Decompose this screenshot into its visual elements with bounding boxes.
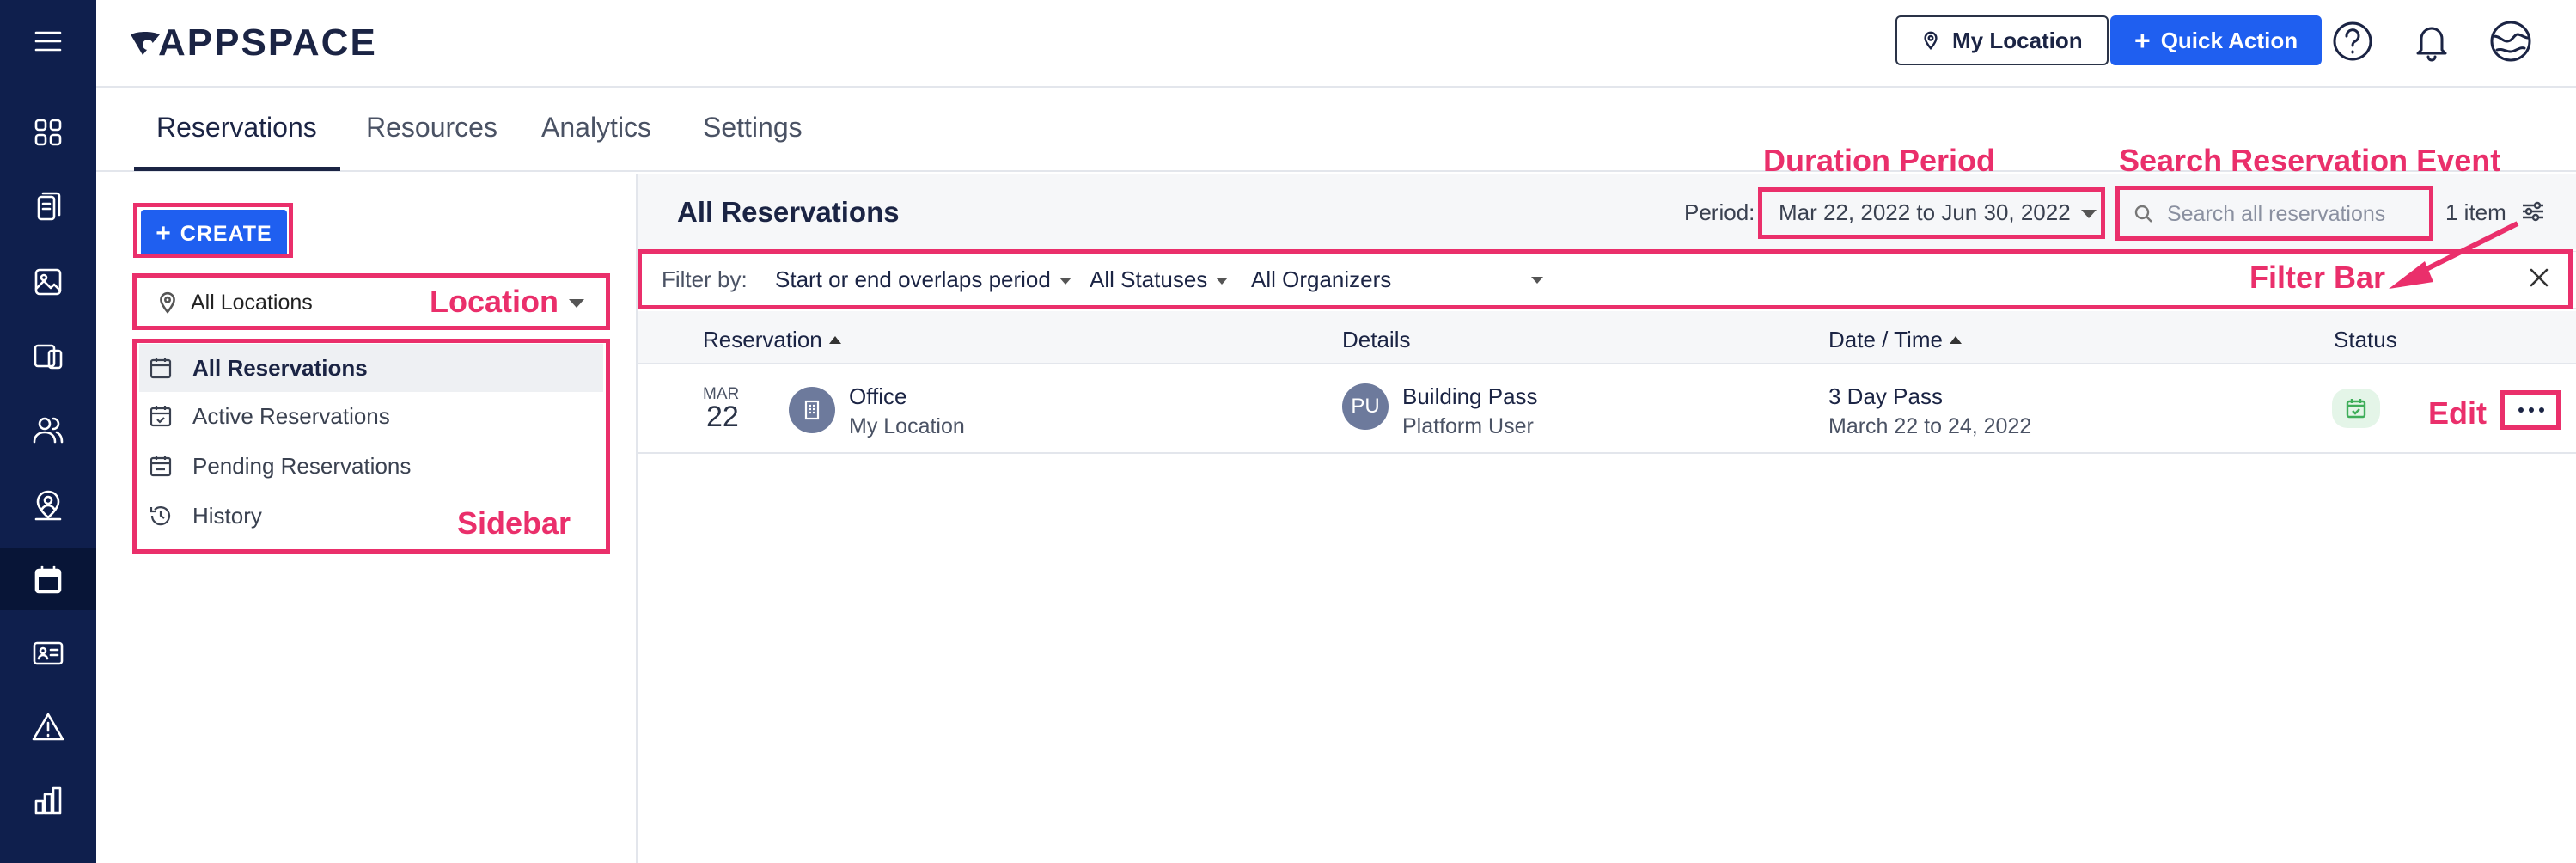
highlight-edit [2500,390,2561,430]
quick-action-button[interactable]: + Quick Action [2110,15,2323,65]
table-row[interactable] [638,364,2576,454]
rail-item-analytics[interactable] [0,770,96,832]
annotation-search: Search Reservation Event [2119,143,2501,178]
column-header-label: Reservation [703,327,822,352]
table-header [638,311,2576,364]
column-header-label: Date / Time [1828,327,1943,352]
building-icon [804,400,820,420]
alert-icon [32,713,64,741]
rail-item-locations[interactable] [0,474,96,536]
my-location-button[interactable]: My Location [1895,15,2109,65]
column-header-status[interactable]: Status [2334,327,2397,353]
date-range: March 22 to 24, 2022 [1828,414,2032,438]
image-icon [34,268,62,296]
tab-resources[interactable]: Resources [366,112,497,144]
reservation-day: 22 [706,401,739,433]
bell-icon [2416,27,2447,62]
my-location-label: My Location [1952,27,2083,53]
avatar-globe-icon [2490,21,2531,62]
help-button[interactable] [2327,15,2378,67]
content-icon [37,192,61,221]
notifications-button[interactable] [2406,15,2457,67]
detail-title: Building Pass [1402,383,1538,409]
calendar-check-icon [2346,399,2366,419]
annotation-duration-period: Duration Period [1763,143,1996,178]
annotation-edit: Edit [2428,395,2487,431]
rail-item-dashboard[interactable] [0,101,96,163]
plus-icon: + [2134,25,2151,56]
user-avatar-button[interactable] [2485,15,2536,67]
tab-settings[interactable]: Settings [703,112,803,144]
page-title: All Reservations [677,196,900,228]
column-header-date-time[interactable]: Date / Time [1828,327,1962,353]
resource-location: My Location [849,414,965,438]
sort-ascending-icon [828,335,841,344]
rail-item-images[interactable] [0,251,96,313]
rail-item-users[interactable] [0,399,96,461]
dashboard-icon [34,119,62,146]
menu-button[interactable] [0,10,96,72]
status-badge [2332,389,2380,428]
left-navigation-rail [0,0,96,863]
annotation-sidebar: Sidebar [457,505,571,541]
rail-item-content[interactable] [0,175,96,237]
active-tab-indicator [134,167,340,171]
rail-item-reservations[interactable] [0,548,96,610]
annotation-arrow-icon [2389,221,2519,289]
date-title: 3 Day Pass [1828,383,1943,409]
detail-subtitle: Platform User [1402,414,1534,438]
menu-icon [34,31,62,52]
appspace-logo[interactable]: APPSPACE [127,19,377,67]
column-header-details[interactable]: Details [1342,327,1410,353]
organizer-avatar: PU [1342,383,1389,430]
location-badge-icon [34,490,62,521]
resource-avatar [789,387,835,433]
highlight-duration-period [1758,187,2105,239]
rail-item-id-cards[interactable] [0,622,96,684]
devices-icon [34,344,63,370]
column-header-reservation[interactable]: Reservation [703,327,841,353]
location-pin-icon [1924,31,1938,50]
id-card-icon [33,641,64,665]
resource-name[interactable]: Office [849,383,906,410]
help-icon [2333,21,2372,61]
analytics-icon [34,786,62,815]
rail-item-alerts[interactable] [0,696,96,758]
rail-item-devices[interactable] [0,325,96,387]
logo-text: APPSPACE [158,21,377,64]
users-icon [33,417,64,444]
sort-ascending-icon [1949,335,1962,344]
period-label: Period: [1684,199,1755,225]
highlight-create [133,203,293,258]
quick-action-label: Quick Action [2160,27,2298,53]
tab-analytics[interactable]: Analytics [541,112,651,144]
tab-reservations[interactable]: Reservations [156,112,317,144]
calendar-icon [34,565,62,594]
annotation-location: Location [430,284,559,319]
